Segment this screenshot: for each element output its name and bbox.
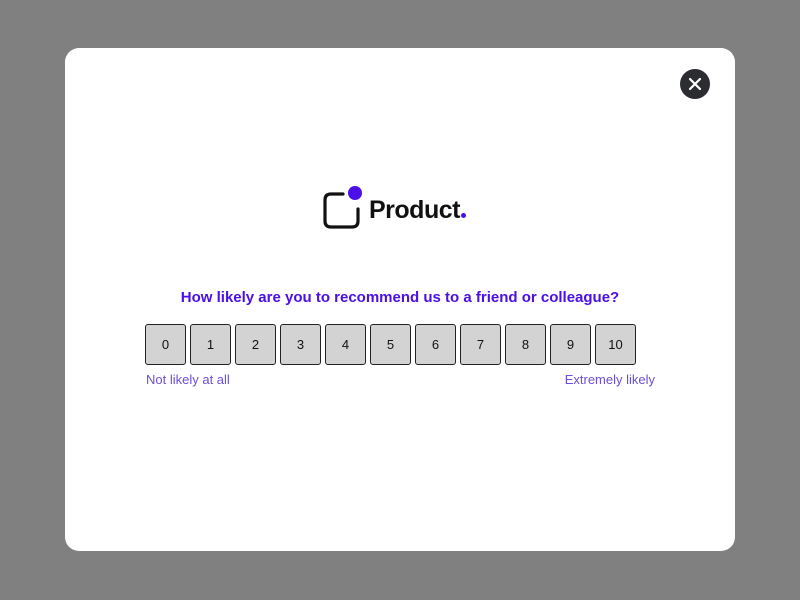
logo-wordmark: Product xyxy=(369,192,466,223)
product-logo: Product xyxy=(323,185,466,229)
logo-text: Product xyxy=(369,195,460,224)
product-logo-icon xyxy=(323,185,363,229)
logo-dot xyxy=(460,212,466,218)
score-button-8[interactable]: 8 xyxy=(505,324,546,365)
score-button-4[interactable]: 4 xyxy=(325,324,366,365)
score-scale: 0 1 2 3 4 5 6 7 8 9 10 xyxy=(145,324,636,365)
score-button-9[interactable]: 9 xyxy=(550,324,591,365)
score-button-6[interactable]: 6 xyxy=(415,324,456,365)
score-button-0[interactable]: 0 xyxy=(145,324,186,365)
nps-survey-modal: Product How likely are you to recommend … xyxy=(65,48,735,551)
score-button-2[interactable]: 2 xyxy=(235,324,276,365)
score-button-3[interactable]: 3 xyxy=(280,324,321,365)
score-button-5[interactable]: 5 xyxy=(370,324,411,365)
high-score-label: Extremely likely xyxy=(564,372,655,387)
score-button-10[interactable]: 10 xyxy=(595,324,636,365)
score-button-7[interactable]: 7 xyxy=(460,324,501,365)
close-icon xyxy=(688,77,702,91)
close-button[interactable] xyxy=(680,69,710,99)
low-score-label: Not likely at all xyxy=(146,372,230,387)
survey-question: How likely are you to recommend us to a … xyxy=(180,289,620,306)
score-button-1[interactable]: 1 xyxy=(190,324,231,365)
